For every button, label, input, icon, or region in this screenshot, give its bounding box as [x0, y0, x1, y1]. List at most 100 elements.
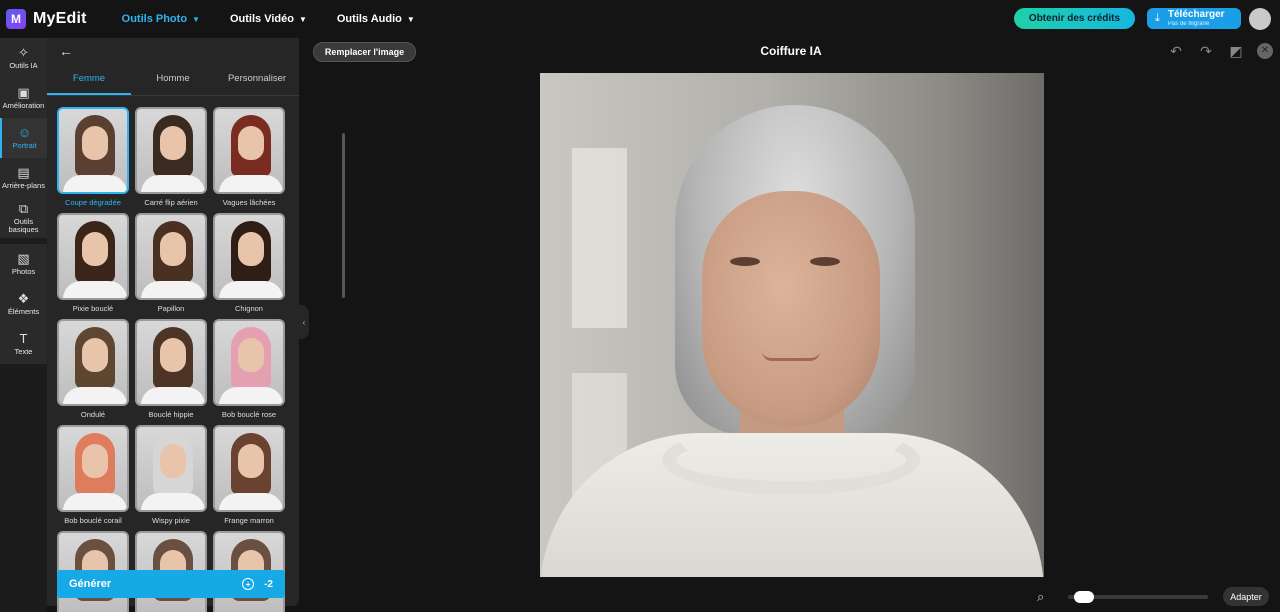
nav-label: Outils Audio [336, 13, 402, 25]
download-icon: ⤓ [1155, 12, 1160, 24]
hairstyle-label: Wispy pixie [152, 516, 190, 525]
nav-photo-tools[interactable]: Outils Photo ▼ [122, 13, 200, 25]
nav-audio-tools[interactable]: Outils Audio ▼ [337, 13, 415, 25]
hairstyle-card[interactable]: Carré flip aérien [135, 107, 207, 207]
enhance-icon: ▣ [17, 85, 30, 101]
rail-label: Outils basiques [8, 217, 39, 234]
hairstyle-card[interactable]: Bob bouclé corail [57, 425, 129, 525]
nav-label: Outils Vidéo [229, 13, 294, 25]
app-name: MyEdit [33, 10, 87, 27]
rail-label: Amélioration [2, 101, 45, 111]
hairstyle-thumbnail [135, 319, 207, 406]
tab-femme[interactable]: Femme [47, 70, 131, 95]
zoom-icon[interactable]: ⌕ [1037, 589, 1044, 605]
page-title: Coiffure IA [760, 44, 822, 58]
hairstyle-card[interactable]: Bouclé hippie [135, 319, 207, 419]
download-label: Télécharger [1167, 9, 1225, 20]
credit-icon: + [242, 578, 255, 590]
hairstyle-label: Bob bouclé corail [64, 516, 122, 525]
hairstyle-label: Chignon [235, 304, 263, 313]
gender-tabs: Femme Homme Personnaliser [47, 70, 299, 96]
collapse-panel-button[interactable]: ‹ [299, 305, 309, 339]
rail-item-portrait[interactable]: ☺ Portrait [0, 118, 47, 158]
portrait-photo [540, 73, 1044, 577]
rail-label: Outils IA [9, 61, 38, 71]
generate-label: Générer [69, 578, 112, 590]
hairstyle-card[interactable]: Bob bouclé rose [213, 319, 285, 419]
hairstyle-label: Ondulé [80, 410, 106, 419]
hairstyle-thumbnail [57, 425, 129, 512]
text-icon: T [19, 331, 28, 347]
magic-wand-icon: ✧ [18, 45, 29, 61]
rail-item-text[interactable]: T Texte [0, 324, 47, 364]
undo-icon[interactable]: ↶ [1165, 43, 1187, 60]
hairstyle-thumbnail [57, 319, 129, 406]
hairstyle-card[interactable]: Papillon [135, 213, 207, 313]
rail-item-elements[interactable]: ❖ Éléments [0, 284, 47, 324]
hairstyle-thumbnail [213, 213, 285, 300]
chevron-down-icon: ▼ [192, 14, 200, 24]
hairstyle-card[interactable]: Ondulé [57, 319, 129, 419]
zoom-slider-handle[interactable] [1074, 591, 1094, 603]
hairstyle-card[interactable]: Coupe dégradée [57, 107, 129, 207]
rail-item-photos[interactable]: ▧ Photos [0, 244, 47, 284]
generate-button[interactable]: Générer + -2 [57, 570, 285, 598]
background-icon: ▤ [17, 165, 30, 181]
hairstyle-label: Carré flip aérien [144, 198, 198, 207]
nav-label: Outils Photo [121, 13, 188, 25]
rail-label: Texte [14, 347, 33, 357]
back-arrow-icon[interactable]: ← [59, 43, 73, 59]
hairstyle-thumbnail [213, 425, 285, 512]
elements-icon: ❖ [17, 291, 30, 307]
replace-image-button[interactable]: Remplacer l'image [313, 42, 416, 62]
hairstyle-card[interactable]: Frange marron [213, 425, 285, 525]
hairstyle-panel: ← Femme Homme Personnaliser Coupe dégrad… [47, 38, 345, 612]
hairstyle-card[interactable]: Pixie bouclé [57, 213, 129, 313]
hairstyle-label: Pixie bouclé [72, 304, 114, 313]
rail-group-tools: ✧ Outils IA ▣ Amélioration ☺ Portrait ▤ Arri… [0, 38, 47, 238]
chevron-down-icon: ▼ [406, 14, 415, 24]
photos-icon: ▧ [17, 251, 30, 267]
get-credits-button[interactable]: Obtenir des crédits [1014, 8, 1135, 29]
hairstyle-label: Coupe dégradée [65, 198, 121, 207]
rail-item-backgrounds[interactable]: ▤ Arrière-plans [0, 158, 47, 198]
rail-item-basic-tools[interactable]: ⧉ Outils basiques [0, 198, 47, 238]
tab-personnaliser[interactable]: Personnaliser [215, 70, 299, 95]
rail-label: Arrière-plans [2, 181, 45, 191]
hairstyle-label: Frange marron [224, 516, 274, 525]
download-button[interactable]: ⤓ Télécharger Pas de filigrane [1147, 8, 1241, 29]
main-nav: Outils Photo ▼ Outils Vidéo ▼ Outils Audio… [122, 13, 445, 25]
hairstyle-label: Bob bouclé rose [221, 410, 277, 419]
hairstyle-thumbnail [135, 425, 207, 512]
hairstyle-card[interactable]: Vagues lâchées [213, 107, 285, 207]
tab-homme[interactable]: Homme [131, 70, 215, 95]
compare-icon[interactable]: ◩ [1225, 43, 1247, 60]
portrait-icon: ☺ [17, 125, 32, 141]
rail-label: Éléments [7, 307, 40, 317]
hairstyle-card[interactable]: Chignon [213, 213, 285, 313]
panel-scrollbar[interactable] [342, 133, 345, 298]
chevron-left-icon: ‹ [302, 317, 306, 327]
chevron-down-icon: ▼ [298, 14, 307, 24]
hairstyle-label: Papillon [157, 304, 185, 313]
rail-group-assets: ▧ Photos ❖ Éléments T Texte [0, 244, 47, 364]
crop-icon: ⧉ [18, 201, 29, 217]
hairstyle-card[interactable]: Wispy pixie [135, 425, 207, 525]
tool-rail: ✧ Outils IA ▣ Amélioration ☺ Portrait ▤ Arri… [0, 38, 47, 612]
rail-label: Portrait [12, 141, 37, 151]
close-icon[interactable]: ✕ [1257, 43, 1273, 59]
fit-button[interactable]: Adapter [1223, 587, 1269, 606]
rail-item-enhance[interactable]: ▣ Amélioration [0, 78, 47, 118]
avatar[interactable] [1249, 8, 1271, 30]
rail-item-ai-tools[interactable]: ✧ Outils IA [0, 38, 47, 78]
hairstyle-thumbnail [135, 107, 207, 194]
logo[interactable]: M MyEdit [6, 9, 87, 29]
hairstyle-thumbnail [57, 107, 129, 194]
rail-label: Photos [11, 267, 36, 277]
hairstyle-label: Bouclé hippie [148, 410, 194, 419]
hairstyle-label: Vagues lâchées [222, 198, 276, 207]
download-sublabel: Pas de filigrane [1167, 21, 1210, 27]
redo-icon[interactable]: ↷ [1195, 43, 1217, 60]
credit-cost: + -2 [242, 578, 273, 590]
nav-video-tools[interactable]: Outils Vidéo ▼ [230, 13, 307, 25]
